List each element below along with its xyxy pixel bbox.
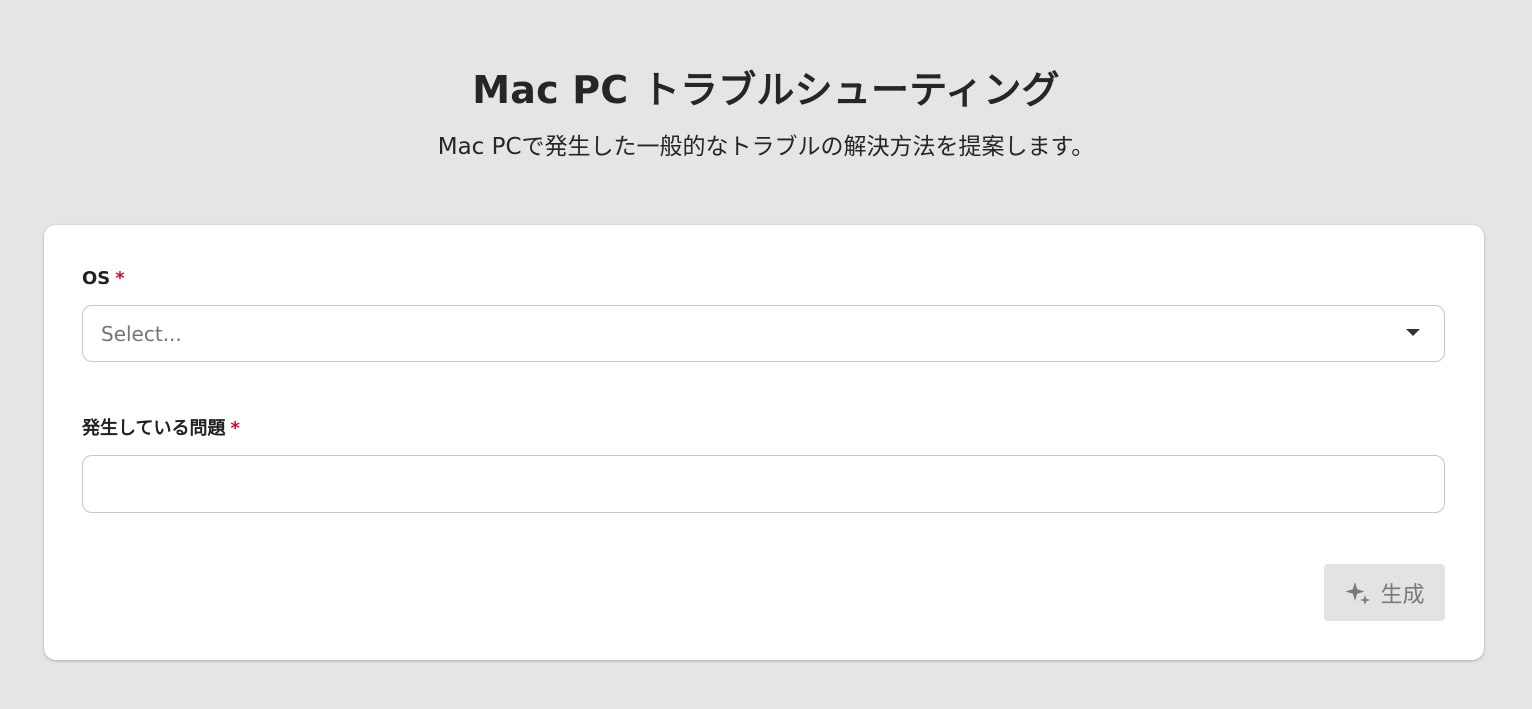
generate-button-label: 生成: [1380, 582, 1425, 608]
generate-button[interactable]: 生成: [1324, 564, 1445, 621]
os-field-label: OS *: [82, 267, 125, 291]
required-mark: *: [115, 268, 125, 289]
sparkle-icon: [1345, 581, 1371, 605]
problem-label-text: 発生している問題: [82, 418, 226, 439]
problem-input[interactable]: [82, 455, 1445, 513]
os-select[interactable]: Select...: [82, 305, 1445, 362]
form-card: OS * Select... 発生している問題 * 生成: [44, 225, 1484, 660]
page-title: Mac PC トラブルシューティング: [472, 68, 1060, 112]
page-header: Mac PC トラブルシューティング Mac PCで発生した一般的なトラブルの解…: [0, 62, 1532, 164]
os-select-placeholder: Select...: [101, 322, 182, 346]
page-subtitle: Mac PCで発生した一般的なトラブルの解決方法を提案します。: [437, 134, 1095, 160]
problem-field-label: 発生している問題 *: [82, 417, 240, 441]
required-mark: *: [230, 418, 240, 439]
os-label-text: OS: [82, 268, 111, 289]
chevron-down-icon[interactable]: [1406, 329, 1420, 336]
